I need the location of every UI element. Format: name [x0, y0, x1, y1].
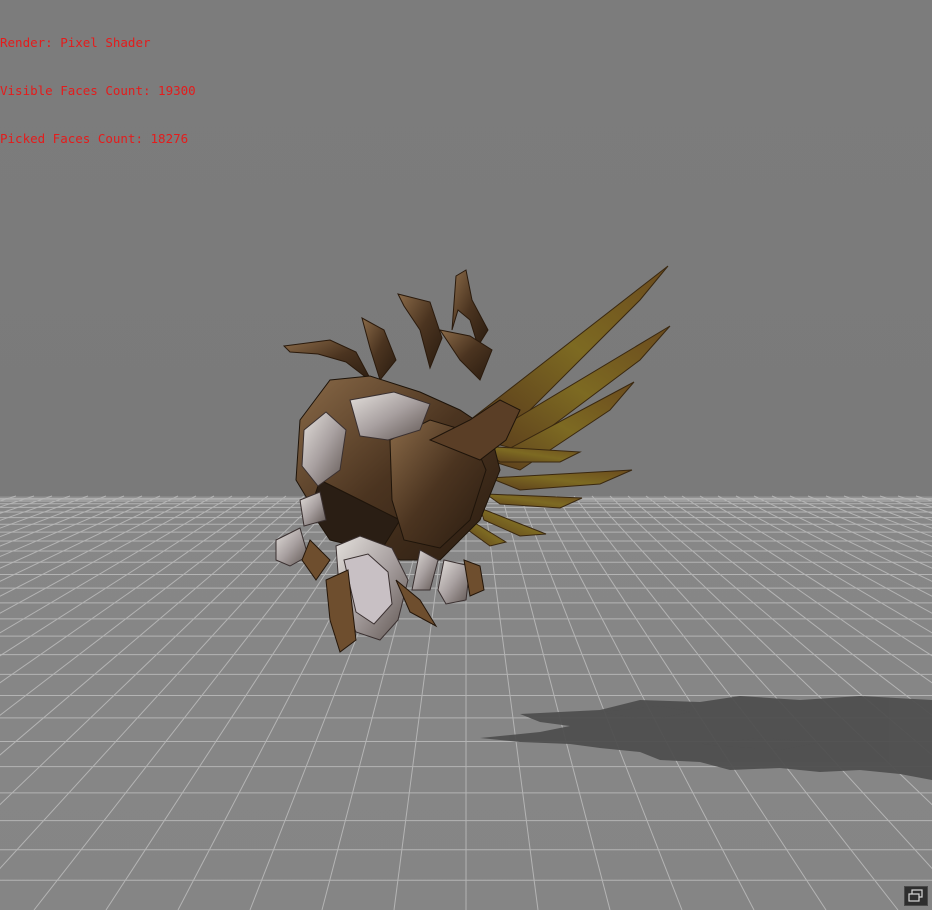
3d-viewport[interactable]: Render: Pixel Shader Visible Faces Count…	[0, 0, 932, 910]
visible-faces-text: Visible Faces Count: 19300	[0, 83, 196, 98]
picked-faces-text: Picked Faces Count: 18276	[0, 131, 189, 146]
render-stats-overlay: Render: Pixel Shader Visible Faces Count…	[0, 3, 196, 179]
restore-window-button[interactable]	[904, 886, 928, 906]
render-mode-text: Render: Pixel Shader	[0, 35, 151, 50]
restore-window-icon	[908, 889, 923, 902]
